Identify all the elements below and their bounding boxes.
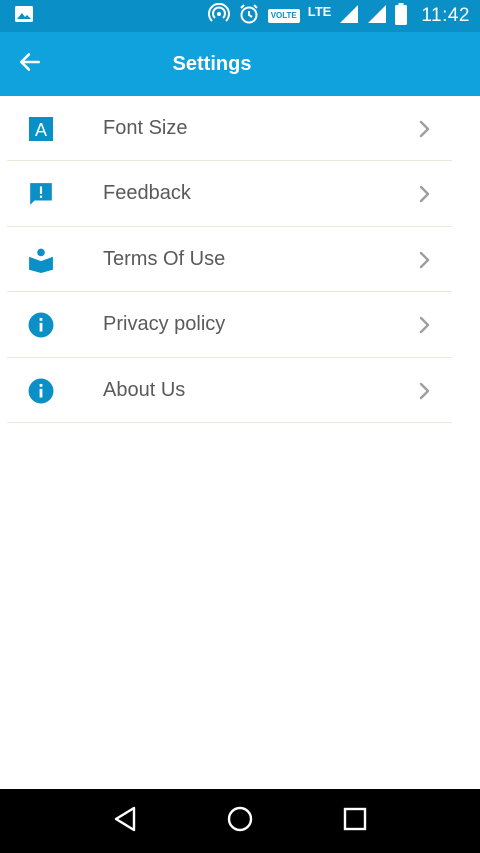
settings-item-privacy-policy[interactable]: Privacy policy xyxy=(0,292,480,358)
settings-item-label: Terms Of Use xyxy=(103,247,226,270)
page-title: Settings xyxy=(172,52,252,75)
chevron-right-icon xyxy=(414,118,434,140)
status-bar: VOLTE LTE 11:42 xyxy=(0,0,480,32)
settings-item-label: About Us xyxy=(103,378,186,401)
signal-icon-2 xyxy=(367,4,387,29)
settings-item-label: Privacy policy xyxy=(103,313,226,336)
settings-item-font-size[interactable]: A Font Size xyxy=(0,96,480,162)
chevron-right-icon xyxy=(414,249,434,271)
feedback-icon xyxy=(28,181,54,207)
hotspot-icon xyxy=(207,2,230,30)
back-triangle-icon xyxy=(112,805,138,838)
alarm-icon xyxy=(238,3,260,30)
settings-item-label: Font Size xyxy=(103,117,188,139)
system-nav-bar xyxy=(0,789,480,853)
app-bar: Settings xyxy=(0,32,480,96)
chevron-right-icon xyxy=(414,183,434,205)
svg-text:A: A xyxy=(35,120,47,140)
status-time: 11:42 xyxy=(421,5,470,26)
home-circle-icon xyxy=(226,805,254,838)
battery-icon xyxy=(395,2,408,30)
settings-item-about-us[interactable]: About Us xyxy=(0,358,480,423)
nav-back-button[interactable] xyxy=(105,801,145,841)
image-notification-icon xyxy=(14,5,34,28)
chevron-right-icon xyxy=(414,380,434,402)
recents-square-icon xyxy=(343,807,367,836)
book-reader-icon xyxy=(28,247,54,273)
divider xyxy=(7,421,452,423)
signal-icon xyxy=(339,4,359,29)
settings-item-label: Feedback xyxy=(103,182,191,205)
volte-icon: VOLTE xyxy=(267,9,300,23)
settings-item-terms-of-use[interactable]: Terms Of Use xyxy=(0,227,480,293)
lte-label: LTE xyxy=(307,3,332,19)
chevron-right-icon xyxy=(414,314,434,336)
nav-home-button[interactable] xyxy=(220,801,260,841)
info-icon xyxy=(28,378,54,404)
settings-item-feedback[interactable]: Feedback xyxy=(0,161,480,227)
nav-recents-button[interactable] xyxy=(335,801,375,841)
settings-list: A Font Size Feedback Terms Of Use Privac… xyxy=(0,96,480,423)
info-icon xyxy=(28,312,54,338)
font-size-icon: A xyxy=(28,116,54,142)
